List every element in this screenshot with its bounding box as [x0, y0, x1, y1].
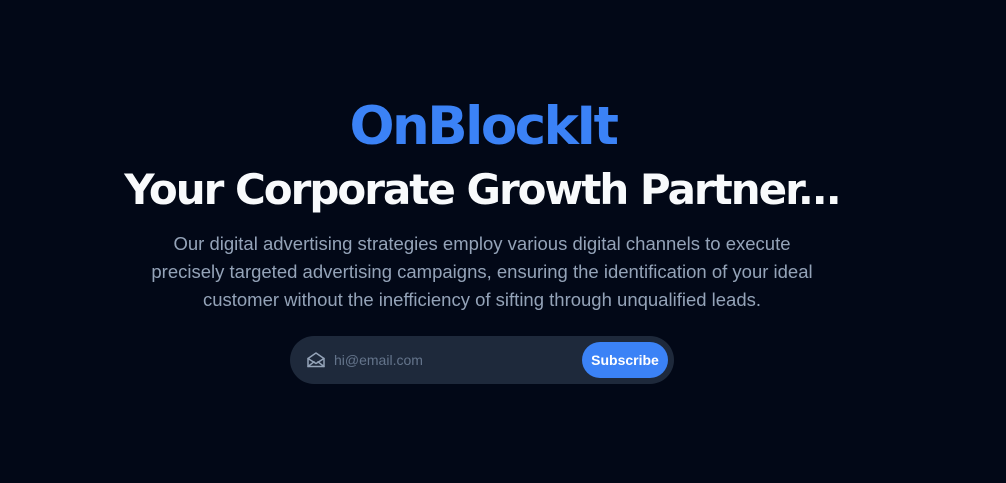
hero-section: OnBlockIt Your Corporate Growth Partner.…	[0, 0, 1006, 483]
subscribe-form: Subscribe	[290, 336, 674, 384]
subscribe-button[interactable]: Subscribe	[582, 342, 668, 378]
brand-title: OnBlockIt	[349, 96, 619, 157]
hero-headline: Your Corporate Growth Partner...	[124, 165, 841, 214]
mail-open-icon	[306, 350, 326, 370]
hero-description: Our digital advertising strategies emplo…	[151, 233, 813, 310]
email-input[interactable]	[334, 348, 574, 372]
